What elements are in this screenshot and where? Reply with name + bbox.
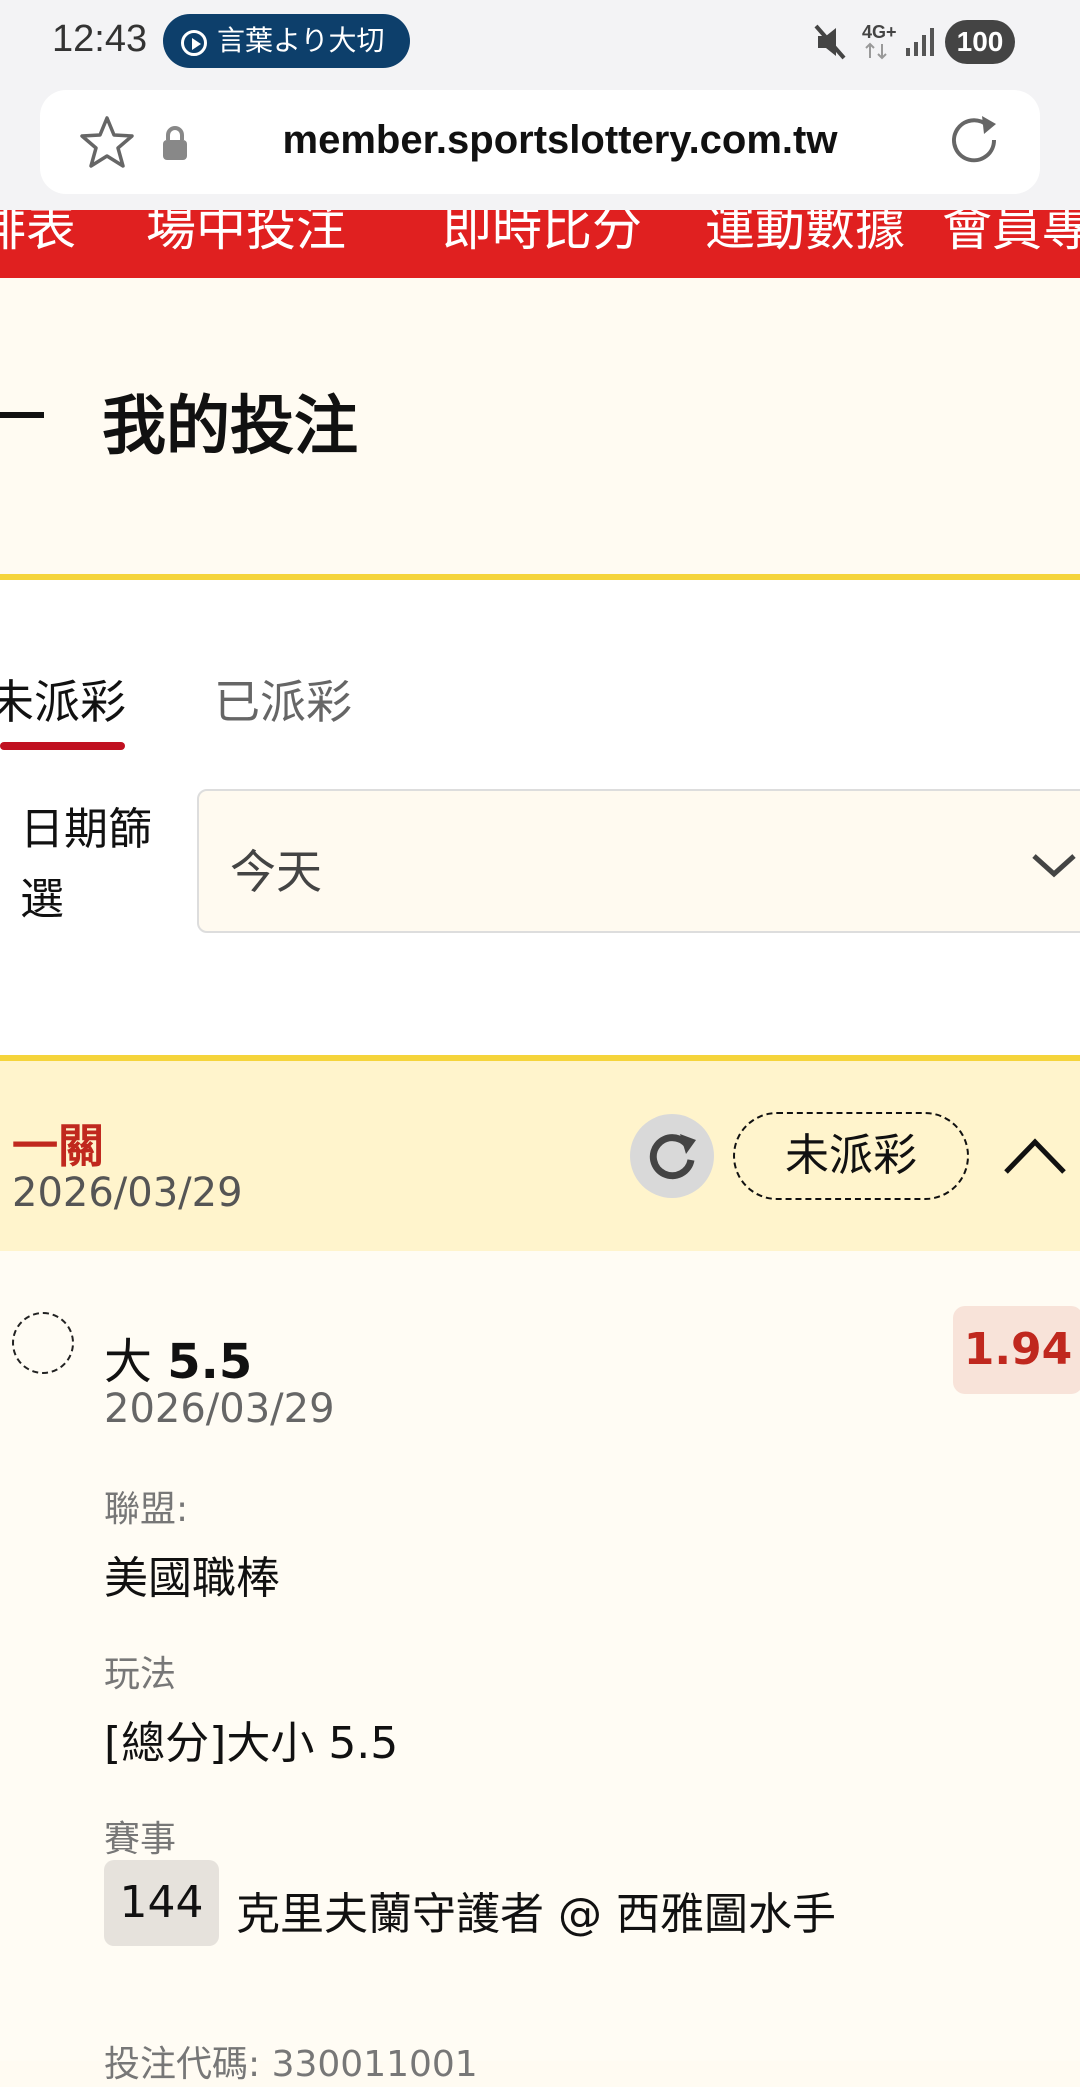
title-accent-dash <box>0 412 44 418</box>
data-arrows-icon <box>865 42 887 60</box>
nav-item-schedule[interactable]: 排表 <box>0 210 76 260</box>
odds-badge: 1.94 <box>953 1306 1080 1394</box>
date-filter-label: 日期篩選 <box>20 804 152 925</box>
game-number: 144 <box>104 1860 219 1946</box>
status-time: 12:43 <box>52 18 148 60</box>
refresh-icon <box>649 1134 696 1180</box>
league-label: 聯盟: <box>104 1489 189 1530</box>
date-filter-select[interactable] <box>197 789 1080 933</box>
nav-item-member[interactable]: 會員專 <box>942 210 1080 260</box>
mute-icon <box>814 24 846 60</box>
play-icon <box>181 30 207 56</box>
selection-status-circle <box>12 1312 74 1374</box>
nav-item-sports-data[interactable]: 運動數據 <box>705 210 905 260</box>
market-label: 玩法 <box>104 1654 177 1695</box>
reload-icon[interactable] <box>944 110 1004 170</box>
league-value: 美國職棒 <box>104 1553 280 1604</box>
tab-unsettled[interactable]: 未派彩 <box>0 666 126 732</box>
media-notification-pill[interactable]: 言葉より大切 <box>163 14 410 68</box>
selection-line: 5.5 <box>167 1334 253 1390</box>
refresh-button[interactable] <box>630 1114 714 1198</box>
chevron-up-icon[interactable] <box>1000 1130 1070 1180</box>
signal-icon <box>906 28 934 56</box>
market-value: [總分]大小 5.5 <box>104 1718 399 1769</box>
network-type: 4G+ <box>862 22 897 42</box>
bet-code-partial: 投注代碼: 330011001 <box>104 2044 478 2085</box>
media-title: 言葉より大切 <box>217 24 385 57</box>
game-name: 克里夫蘭守護者 @ 西雅圖水手 <box>236 1889 836 1940</box>
main-nav: 排表 場中投注 即時比分 運動數據 會員專 <box>0 210 1080 278</box>
date-filter-value: 今天 <box>230 845 322 899</box>
page-title: 我的投注 <box>102 390 358 464</box>
selection-prefix: 大 <box>104 1334 153 1390</box>
status-badge: 未派彩 <box>733 1112 969 1200</box>
tab-settled[interactable]: 已派彩 <box>214 666 352 732</box>
tab-active-indicator <box>0 742 125 750</box>
nav-item-live-betting[interactable]: 場中投注 <box>146 210 346 260</box>
bet-type: 一關 <box>12 1119 104 1173</box>
url-text[interactable]: member.sportslottery.com.tw <box>240 118 880 163</box>
chevron-down-icon <box>1032 854 1076 878</box>
nav-item-live-scores[interactable]: 即時比分 <box>442 210 642 260</box>
battery-indicator: 100 <box>945 20 1015 64</box>
bet-date: 2026/03/29 <box>12 1170 243 1216</box>
lock-icon[interactable] <box>160 124 190 162</box>
selection-date: 2026/03/29 <box>104 1386 335 1432</box>
event-label: 賽事 <box>104 1819 177 1860</box>
bet-selection: 大 5.5 <box>104 1322 252 1392</box>
bookmark-star-icon[interactable] <box>78 114 136 170</box>
